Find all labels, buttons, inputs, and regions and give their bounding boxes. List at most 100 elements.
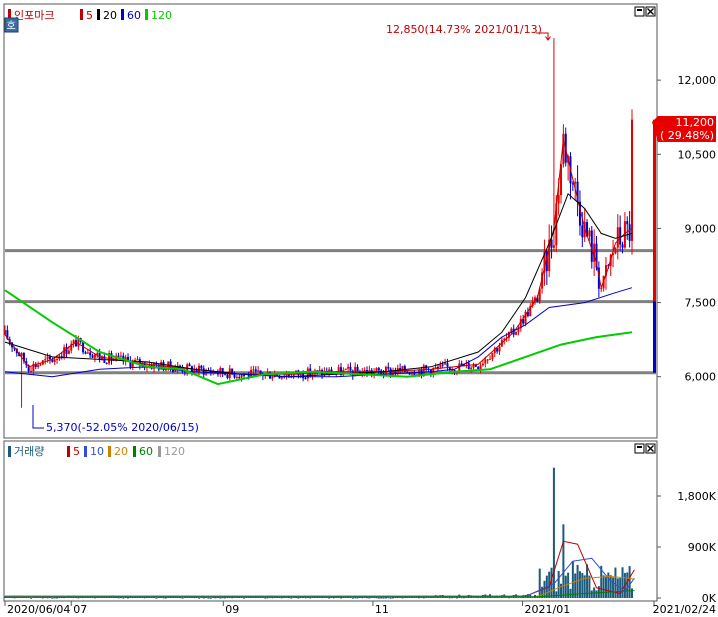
volume-bar [581, 572, 584, 598]
volume-bar [380, 597, 383, 599]
volume-bar [538, 568, 541, 598]
vol-legend-ma5: 5 [73, 445, 80, 458]
volume-bar [207, 597, 210, 599]
price-tick-label: 7,500 [685, 297, 717, 310]
candle-body [74, 340, 77, 347]
price-moving-averages [4, 139, 633, 386]
legend-ma60-swatch [121, 9, 124, 20]
price-panel-close-icon[interactable] [645, 6, 656, 17]
candle-body [387, 366, 390, 369]
x-tick-label: 07 [73, 603, 87, 616]
volume-bar [56, 597, 59, 599]
candle-body [117, 355, 120, 357]
candle-body [515, 331, 518, 335]
candle-body [479, 365, 482, 370]
candle-body [377, 368, 380, 371]
volume-bar [422, 597, 425, 599]
volume-bar [219, 597, 222, 599]
legend-stock-name: 인포마크 [14, 9, 54, 22]
volume-bar [290, 597, 293, 599]
candle-body [93, 354, 96, 358]
price-ma-120-line [4, 289, 633, 386]
candle-body [619, 227, 622, 245]
candle-body [470, 367, 473, 370]
candle-body [63, 347, 66, 358]
volume-bar [198, 597, 201, 599]
volume-bar [181, 597, 184, 599]
candle-body [436, 367, 439, 369]
candle-body [375, 368, 378, 372]
candle-body [498, 346, 501, 352]
candle-body [231, 368, 234, 374]
volume-panel-square-icon[interactable] [634, 443, 645, 454]
x-tick-label: 09 [225, 603, 239, 616]
stock-chart: 인포마크 5 20 60 120 호 거래량 5 10 20 60 120 12… [3, 3, 717, 616]
candle-body [496, 348, 499, 352]
volume-bar [389, 597, 392, 599]
volume-bar [328, 597, 331, 599]
volume-bar [401, 597, 404, 599]
volume-bar [382, 597, 385, 599]
legend-ma20: 20 [103, 9, 117, 22]
volume-bar [339, 597, 342, 599]
volume-bar [604, 576, 607, 598]
x-tick-label: 2021/01 [525, 603, 571, 616]
vol-legend-ma120: 120 [164, 445, 185, 458]
candle-body [46, 356, 49, 360]
volume-bar [202, 597, 205, 599]
current-change: ( 29.48%) [660, 129, 714, 142]
candle-body [356, 366, 359, 372]
volume-bar [557, 570, 560, 598]
candle-body [434, 367, 437, 369]
scroll-icon-label: 호 [7, 20, 16, 32]
candle-body [238, 376, 241, 378]
volume-bars [4, 467, 633, 599]
candle-body [344, 368, 347, 370]
legend-ma60: 60 [127, 9, 141, 22]
x-axis: 2020/06/04 07 09 11 2021/01 2021/02/24 [4, 601, 716, 616]
candle-body [318, 369, 321, 371]
candle-body [254, 369, 257, 372]
candle-body [347, 366, 350, 369]
candle-body [259, 370, 262, 374]
price-panel-square-icon[interactable] [634, 6, 645, 17]
vol-legend-ma60: 60 [139, 445, 153, 458]
candle-body [631, 119, 633, 241]
candle-body [53, 359, 56, 362]
legend-ma5-swatch [80, 9, 83, 20]
candle-body [557, 195, 560, 204]
candle-body [626, 221, 629, 225]
volume-bar [616, 578, 619, 598]
candle-body [477, 366, 480, 370]
candle-body [200, 365, 203, 369]
volume-panel-close-icon[interactable] [645, 443, 656, 454]
candle-body [198, 365, 201, 372]
volume-bar [264, 597, 267, 599]
volume-bar [155, 597, 158, 599]
volume-bar [631, 588, 633, 598]
candle-body [56, 359, 59, 361]
scroll-icon[interactable]: 호 [4, 17, 19, 33]
volume-bar [595, 590, 598, 598]
vol-legend-ma20: 20 [114, 445, 128, 458]
vol-legend-marker-icon [8, 446, 11, 457]
volume-tick-label: 1,800K [677, 490, 716, 503]
volume-legend: 거래량 5 10 20 60 120 [8, 445, 185, 458]
volume-tick-label: 900K [688, 541, 717, 554]
legend-ma120-swatch [145, 9, 148, 20]
volume-bar [562, 524, 565, 598]
volume-bar [571, 561, 574, 598]
volume-bar [297, 597, 300, 599]
candle-body [235, 376, 238, 378]
volume-bar [51, 597, 54, 599]
candle-body [44, 359, 47, 361]
candle-body [628, 224, 631, 241]
candle-body [257, 370, 260, 372]
candle-body [439, 364, 442, 368]
volume-bar [569, 588, 572, 598]
volume-bar [602, 575, 605, 598]
vol-legend-ma120-swatch [158, 446, 161, 457]
candle-body [226, 374, 229, 378]
volume-bar [309, 597, 312, 599]
low-arrow-icon [32, 405, 44, 429]
